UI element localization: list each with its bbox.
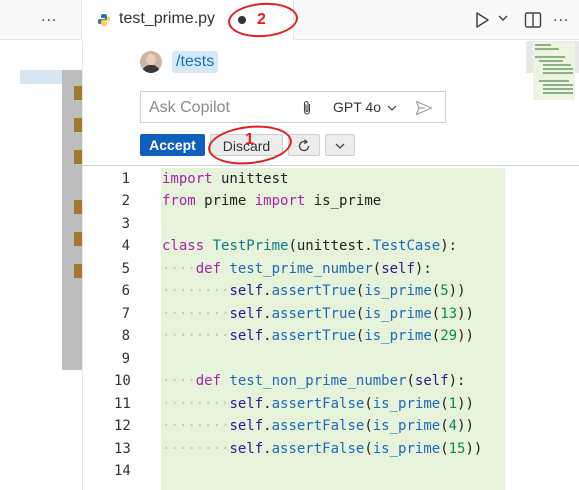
line-number: 2: [121, 193, 130, 209]
change-marker: [74, 150, 82, 164]
accept-button[interactable]: Accept: [140, 134, 205, 156]
line-number: 12: [114, 418, 131, 434]
more-actions-left-button[interactable]: ...: [41, 8, 57, 26]
code-line[interactable]: ········self.assertFalse(is_prime(4)): [162, 418, 474, 434]
line-number: 10: [114, 373, 131, 389]
attach-icon[interactable]: [301, 100, 313, 116]
run-icon[interactable]: [474, 11, 490, 29]
change-marker: [74, 200, 82, 214]
code-line[interactable]: ········self.assertTrue(is_prime(13)): [162, 306, 474, 322]
more-actions-right-button[interactable]: ...: [553, 8, 569, 26]
code-line[interactable]: ········self.assertTrue(is_prime(29)): [162, 328, 474, 344]
avatar: [140, 51, 162, 73]
refresh-icon: [298, 139, 310, 152]
chevron-down-icon[interactable]: [387, 104, 397, 112]
code-line[interactable]: ····def test_non_prime_number(self):: [162, 373, 465, 389]
change-marker: [74, 232, 82, 246]
change-marker: [74, 86, 82, 100]
change-marker: [74, 264, 82, 278]
copilot-chat-input[interactable]: Ask Copilot GPT 4o: [140, 91, 446, 123]
left-minimap: [20, 70, 64, 84]
line-number: 3: [121, 216, 130, 232]
chevron-down-icon[interactable]: [497, 12, 509, 24]
line-number: 14: [114, 463, 131, 479]
line-number: 9: [121, 351, 130, 367]
left-scrollbar[interactable]: [62, 70, 82, 370]
regenerate-button[interactable]: [288, 134, 320, 156]
code-line[interactable]: ········self.assertFalse(is_prime(1)): [162, 396, 474, 412]
more-options-button[interactable]: [325, 134, 355, 156]
slash-command-chip[interactable]: /tests: [172, 51, 219, 73]
code-line[interactable]: from prime import is_prime: [162, 193, 381, 209]
line-number: 1: [121, 171, 130, 187]
left-pane-header: ...: [0, 0, 82, 40]
code-line[interactable]: import unittest: [162, 171, 288, 187]
annotation-number-2: 2: [257, 11, 266, 28]
line-number: 5: [121, 261, 130, 277]
code-line[interactable]: ········self.assertFalse(is_prime(15)): [162, 441, 482, 457]
send-icon[interactable]: [415, 100, 433, 116]
split-editor-icon[interactable]: [524, 11, 542, 29]
tab-title[interactable]: test_prime.py: [119, 10, 215, 28]
chat-widget-divider: [82, 165, 579, 166]
chevron-down-icon: [335, 143, 345, 149]
line-number: 13: [114, 441, 131, 457]
minimap[interactable]: [533, 42, 575, 100]
code-line[interactable]: class TestPrime(unittest.TestCase):: [162, 238, 457, 254]
code-line[interactable]: ········self.assertTrue(is_prime(5)): [162, 283, 466, 299]
change-marker: [74, 118, 82, 132]
chat-placeholder[interactable]: Ask Copilot: [149, 99, 230, 117]
line-number: 6: [121, 283, 130, 299]
annotation-number-1: 1: [245, 131, 254, 148]
line-number: 4: [121, 238, 130, 254]
line-number: 11: [114, 396, 131, 412]
code-line[interactable]: ····def test_prime_number(self):: [162, 261, 432, 277]
python-file-icon: [98, 14, 110, 26]
model-picker[interactable]: GPT 4o: [333, 99, 381, 115]
line-number: 7: [121, 306, 130, 322]
line-number: 8: [121, 328, 130, 344]
